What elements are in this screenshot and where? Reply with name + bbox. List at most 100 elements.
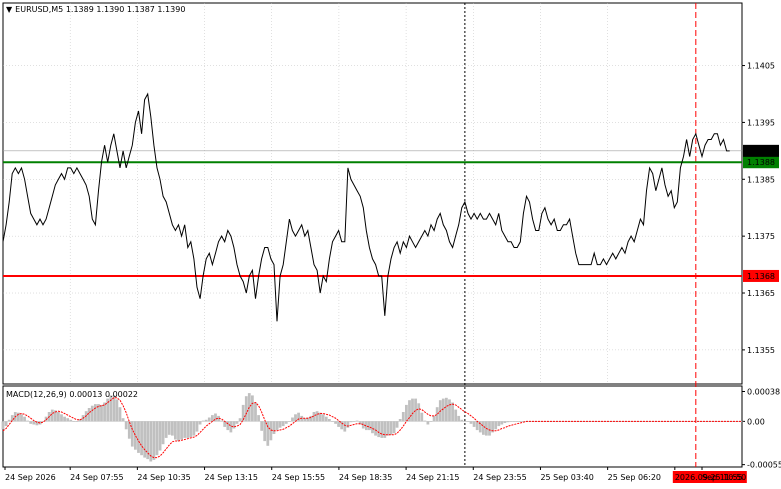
macd-histogram-bar (186, 421, 190, 438)
time-tick-label: 24 Sep 10:35 (137, 473, 190, 482)
macd-histogram-bar (380, 421, 384, 438)
macd-histogram-bar (29, 421, 33, 424)
price-tick-label: 1.1395 (747, 118, 775, 127)
time-tick-label: 24 Sep 07:55 (70, 473, 123, 482)
macd-histogram-bar (207, 417, 211, 422)
macd-histogram-bar (204, 419, 208, 422)
macd-histogram-bar (411, 398, 414, 422)
macd-histogram-bar (263, 421, 267, 442)
macd-histogram-bar (158, 421, 162, 451)
macd-histogram-bar (229, 421, 233, 433)
macd-histogram-bar (10, 415, 14, 422)
macd-histogram-bar (257, 415, 260, 422)
macd-histogram-bar (272, 421, 276, 434)
macd-histogram-bar (368, 421, 371, 431)
macd-histogram-bar (451, 402, 454, 422)
macd-histogram-bar (389, 421, 393, 435)
macd-histogram-bar (457, 415, 461, 422)
macd-histogram-bar (244, 396, 248, 422)
macd-histogram-bar (297, 412, 300, 422)
price-tick-label: 1.1385 (747, 175, 775, 184)
macd-histogram-bar (509, 421, 513, 422)
macd-histogram-bar (90, 405, 94, 422)
main-panel-frame (2, 2, 743, 385)
macd-histogram-bar (195, 421, 199, 432)
macd-histogram-bar (429, 421, 433, 422)
macd-histogram-bar (220, 420, 223, 422)
macd-histogram-bar (100, 404, 103, 422)
macd-histogram-bar (321, 414, 325, 422)
price-series-line (2, 92, 730, 322)
time-tick-label: 24 Sep 18:35 (339, 473, 392, 482)
time-tick-label: 24 Sep 21:15 (406, 473, 459, 482)
macd-histogram-bar (223, 421, 227, 427)
macd-histogram-bar (7, 419, 11, 422)
macd-histogram-bar (32, 421, 36, 425)
macd-histogram-bar (266, 421, 270, 446)
macd-histogram-bar (518, 421, 522, 422)
macd-histogram-bar (405, 404, 408, 422)
macd-histogram-bar (355, 420, 359, 422)
time-tick-label: 25 Sep 03:40 (540, 473, 593, 482)
macd-histogram-bar (395, 421, 399, 428)
macd-histogram-bar (235, 421, 239, 424)
macd-histogram-bar (512, 421, 516, 422)
macd-tick-label: -0.00055 (747, 461, 781, 470)
macd-histogram-bar (423, 420, 427, 422)
macd-histogram-bar (445, 397, 448, 422)
macd-histogram-bar (386, 421, 390, 436)
macd-histogram-bar (475, 421, 479, 431)
macd-histogram-bar (134, 421, 137, 450)
macd-histogram-bar (494, 421, 498, 430)
macd-histogram-bar (448, 399, 451, 422)
macd-histogram-bar (251, 395, 254, 422)
macd-histogram-bar (420, 412, 424, 422)
macd-histogram-bar (75, 421, 79, 422)
macd-histogram-bar (463, 421, 467, 422)
price-tick-label: 1.1355 (747, 346, 775, 355)
macd-histogram-bar (171, 421, 174, 436)
macd-histogram-bar (377, 421, 381, 438)
macd-histogram-bar (26, 420, 29, 422)
macd-histogram-bar (174, 421, 177, 440)
macd-histogram-bar (371, 421, 374, 434)
macd-histogram-bar (161, 421, 165, 445)
macd-histogram-bar (94, 404, 97, 422)
macd-histogram-bar (349, 421, 353, 423)
macd-histogram-bar (374, 421, 377, 436)
macd-histogram-bar (278, 421, 282, 428)
macd-histogram-bar (87, 408, 91, 422)
macd-histogram-bar (340, 421, 344, 430)
dropdown-triangle-icon[interactable]: ▼ (6, 5, 12, 15)
macd-histogram-bar (189, 421, 193, 438)
macd-histogram-bar (331, 421, 334, 422)
macd-histogram-bar (140, 421, 143, 456)
macd-histogram-bar (232, 421, 236, 429)
macd-histogram-bar (60, 414, 63, 422)
macd-histogram-bar (337, 421, 340, 427)
macd-histogram-bar (401, 412, 405, 422)
symbol-label: EURUSD,M5 (15, 5, 64, 14)
macd-histogram-bar (324, 416, 328, 422)
macd-histogram-bar (488, 421, 491, 436)
macd-histogram-bar (130, 421, 134, 447)
time-tick-label: 24 Sep 13:15 (205, 473, 258, 482)
macd-values: 0.00013 0.00022 (69, 390, 139, 399)
macd-histogram-bar (4, 421, 8, 427)
price-tick-label: 1.1375 (747, 232, 775, 241)
macd-histogram-bar (198, 421, 202, 425)
chart-header: ▼ EURUSD,M5 1.1389 1.1390 1.1387 1.1390 (6, 5, 185, 15)
macd-histogram-bar (432, 415, 436, 422)
macd-histogram-bar (383, 421, 387, 438)
macd-histogram-bar (281, 421, 285, 427)
chart-canvas: 1.1405 1.1395 1.1385 1.1375 1.1365 1.1355 24 S… (1, 2, 781, 483)
macd-histogram-bar (469, 421, 473, 424)
macd-histogram-bar (269, 421, 273, 441)
macd-histogram-bar (284, 421, 288, 424)
macd-histogram-bar (143, 421, 147, 458)
macd-tick-label: 0.00 (747, 417, 765, 426)
macd-histogram-bar (472, 421, 476, 427)
macd-histogram-bar (334, 421, 337, 424)
macd-histogram-bar (66, 418, 70, 422)
macd-histogram-bar (417, 403, 421, 422)
